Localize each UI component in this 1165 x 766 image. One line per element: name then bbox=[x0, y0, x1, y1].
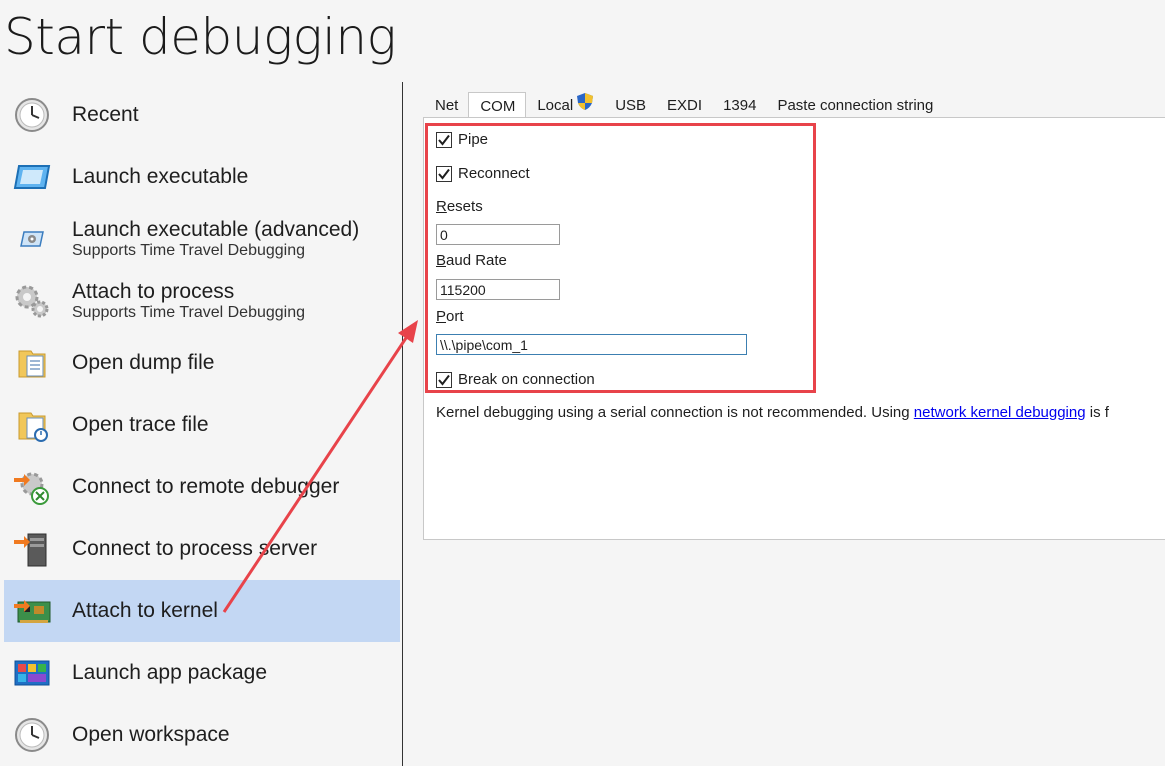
break-on-connection-row[interactable]: Break on connection bbox=[436, 371, 595, 388]
sidebar-item-label: Open workspace bbox=[72, 723, 230, 746]
sidebar-item-open-dump[interactable]: Open dump file bbox=[4, 332, 400, 394]
baud-rate-input[interactable] bbox=[436, 279, 560, 300]
baud-rate-label: Baud Rate bbox=[436, 252, 507, 269]
sidebar-item-label: Attach to process bbox=[72, 280, 235, 303]
clock-icon bbox=[12, 95, 52, 135]
sidebar-item-sublabel: Supports Time Travel Debugging bbox=[72, 304, 306, 321]
tab-local[interactable]: Local bbox=[526, 92, 604, 118]
sidebar-item-launch-executable[interactable]: Launch executable bbox=[4, 146, 400, 208]
tab-usb[interactable]: USB bbox=[604, 94, 656, 118]
gears-icon bbox=[12, 281, 52, 321]
sidebar-item-process-server[interactable]: Connect to process server bbox=[4, 518, 400, 580]
network-kernel-debugging-link[interactable]: network kernel debugging bbox=[914, 404, 1086, 421]
reconnect-label: Reconnect bbox=[458, 165, 530, 182]
connection-tabs: Net COM Local USB EXDI 1394 Paste connec… bbox=[424, 92, 943, 118]
tab-local-label: Local bbox=[537, 97, 574, 114]
uac-shield-icon bbox=[576, 92, 594, 115]
sidebar-item-label: Connect to remote debugger bbox=[72, 475, 340, 498]
sidebar-item-sublabel: Supports Time Travel Debugging bbox=[72, 242, 306, 259]
reconnect-checkbox[interactable] bbox=[436, 165, 452, 182]
break-on-connection-label: Break on connection bbox=[458, 371, 595, 388]
resets-label: Resets bbox=[436, 198, 483, 215]
serial-warning-note: Kernel debugging using a serial connecti… bbox=[436, 404, 1109, 421]
tab-paste-connection-string[interactable]: Paste connection string bbox=[766, 94, 943, 118]
com-settings-panel: Pipe Reconnect Resets Baud Rate Port Bre… bbox=[423, 117, 1165, 540]
sidebar-item-open-trace[interactable]: Open trace file bbox=[4, 394, 400, 456]
tab-net[interactable]: Net bbox=[424, 94, 468, 118]
checkmark-icon bbox=[438, 134, 450, 146]
sidebar: Recent Launch executable Launch executab… bbox=[4, 84, 400, 766]
tab-exdi[interactable]: EXDI bbox=[656, 94, 712, 118]
process-server-icon bbox=[12, 529, 52, 569]
sidebar-item-recent[interactable]: Recent bbox=[4, 84, 400, 146]
port-input[interactable] bbox=[436, 334, 747, 355]
sidebar-item-launch-executable-advanced[interactable]: Launch executable (advanced) Supports Ti… bbox=[4, 208, 400, 270]
dump-file-icon bbox=[12, 343, 52, 383]
remote-debugger-icon bbox=[12, 467, 52, 507]
pipe-checkbox-row[interactable]: Pipe bbox=[436, 131, 488, 148]
clock-icon bbox=[12, 715, 52, 755]
sidebar-item-label: Connect to process server bbox=[72, 537, 318, 560]
sidebar-item-label: Open dump file bbox=[72, 351, 215, 374]
sidebar-item-label: Launch app package bbox=[72, 661, 267, 684]
sidebar-item-label: Recent bbox=[72, 103, 139, 126]
sidebar-item-open-workspace[interactable]: Open workspace bbox=[4, 704, 400, 766]
trace-file-icon bbox=[12, 405, 52, 445]
resets-input[interactable] bbox=[436, 224, 560, 245]
port-label: Port bbox=[436, 308, 464, 325]
break-on-connection-checkbox[interactable] bbox=[436, 371, 452, 388]
sidebar-item-remote-debugger[interactable]: Connect to remote debugger bbox=[4, 456, 400, 518]
sidebar-item-attach-kernel[interactable]: Attach to kernel bbox=[4, 580, 400, 642]
pipe-checkbox[interactable] bbox=[436, 131, 452, 148]
sidebar-item-label: Launch executable (advanced) bbox=[72, 218, 360, 241]
sidebar-item-label: Attach to kernel bbox=[72, 599, 218, 622]
gear-window-icon bbox=[12, 219, 52, 259]
sidebar-item-label: Open trace file bbox=[72, 413, 209, 436]
app-package-icon bbox=[12, 653, 52, 693]
tab-com[interactable]: COM bbox=[468, 92, 527, 118]
page-title: Start debugging bbox=[4, 8, 397, 66]
pipe-label: Pipe bbox=[458, 131, 489, 148]
checkmark-icon bbox=[438, 168, 450, 180]
sidebar-item-label: Launch executable bbox=[72, 165, 249, 188]
sidebar-item-launch-app-package[interactable]: Launch app package bbox=[4, 642, 400, 704]
checkmark-icon bbox=[438, 374, 450, 386]
kernel-board-icon bbox=[12, 591, 52, 631]
sidebar-item-attach-process[interactable]: Attach to process Supports Time Travel D… bbox=[4, 270, 400, 332]
sidebar-divider bbox=[402, 82, 403, 766]
reconnect-checkbox-row[interactable]: Reconnect bbox=[436, 165, 530, 182]
tab-1394[interactable]: 1394 bbox=[712, 94, 766, 118]
window-icon bbox=[12, 157, 52, 197]
